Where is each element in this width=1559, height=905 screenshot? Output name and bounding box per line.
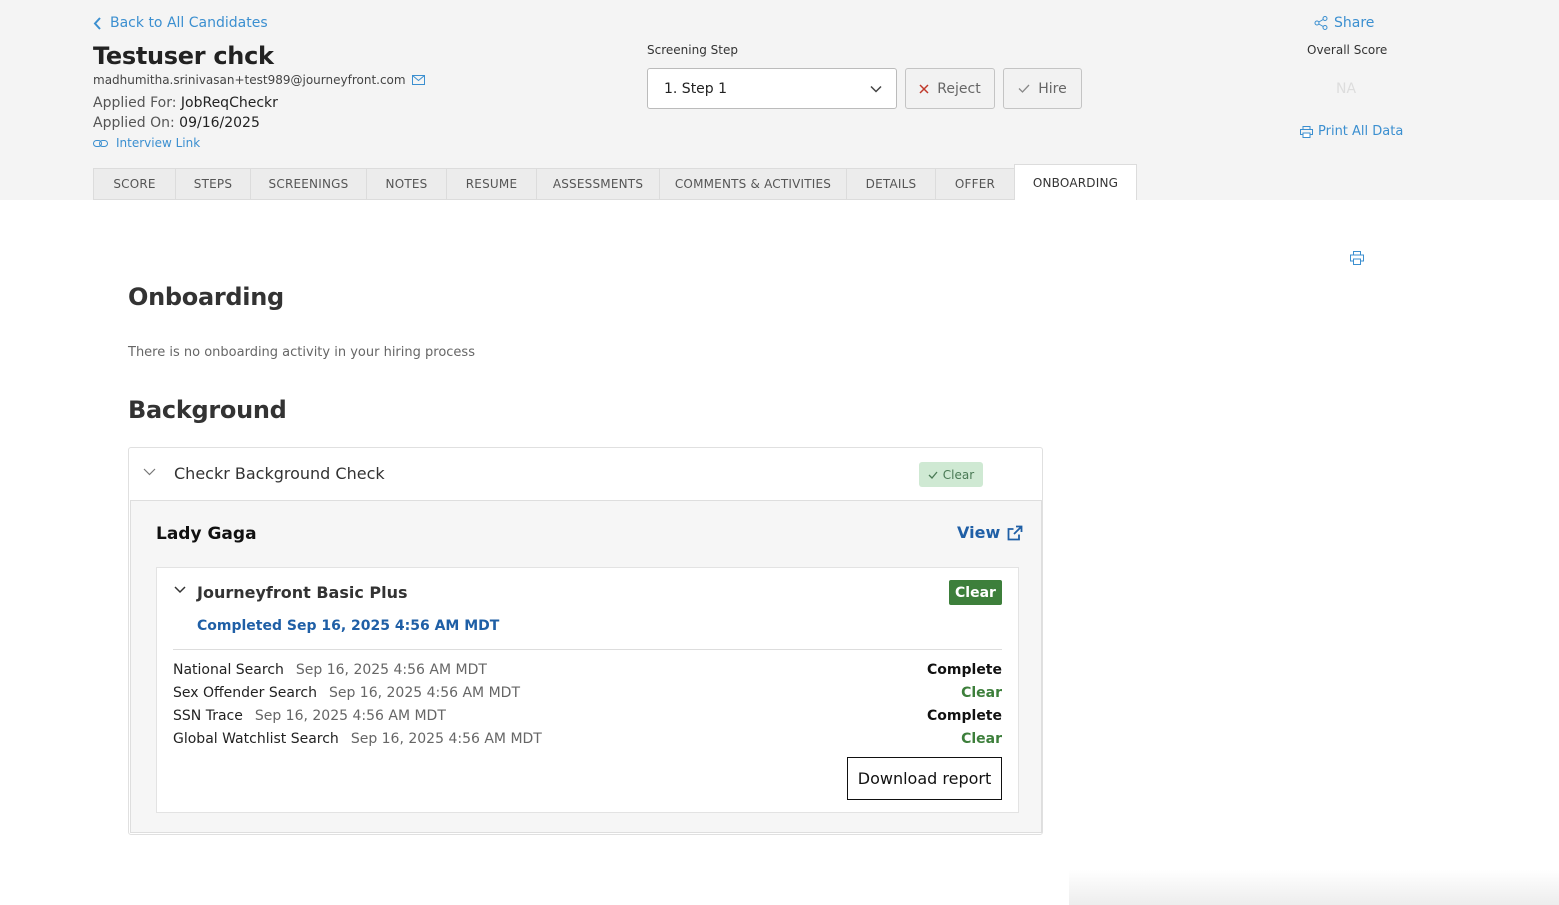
print-all-data-link[interactable]: Print All Data	[1300, 124, 1403, 139]
search-status: Clear	[961, 731, 1002, 747]
tab-label: SCORE	[113, 177, 156, 191]
reject-button[interactable]: Reject	[905, 68, 995, 109]
search-row: National Search Sep 16, 2025 4:56 AM MDT …	[173, 662, 1002, 678]
tab-resume[interactable]: RESUME	[446, 168, 536, 200]
package-section: Journeyfront Basic Plus Clear Completed …	[156, 567, 1019, 813]
reject-label: Reject	[937, 80, 981, 97]
background-check-title: Checkr Background Check	[174, 464, 385, 483]
back-link-label: Back to All Candidates	[110, 15, 268, 31]
search-date: Sep 16, 2025 4:56 AM MDT	[350, 731, 542, 747]
chevron-down-icon[interactable]	[174, 586, 186, 594]
onboarding-heading: Onboarding	[128, 283, 284, 311]
background-check-card: Checkr Background Check Clear Lady Gaga …	[128, 447, 1043, 835]
search-name: Sex Offender Search	[173, 685, 317, 701]
x-icon	[919, 83, 929, 94]
chevron-left-icon	[93, 16, 101, 30]
candidate-email: madhumitha.srinivasan+test989@journeyfro…	[93, 73, 425, 87]
background-check-header[interactable]: Checkr Background Check Clear	[129, 448, 1042, 500]
applied-for: Applied For: JobReqCheckr	[93, 95, 278, 111]
tab-comments-activities[interactable]: COMMENTS & ACTIVITIES	[659, 168, 846, 200]
applied-on-value: 09/16/2025	[179, 115, 260, 131]
chevron-down-icon	[870, 85, 882, 93]
tab-label: SCREENINGS	[268, 177, 349, 191]
search-status: Complete	[927, 708, 1002, 724]
person-name: Lady Gaga	[156, 524, 257, 544]
search-row: Sex Offender Search Sep 16, 2025 4:56 AM …	[173, 685, 1002, 701]
back-to-candidates-link[interactable]: Back to All Candidates	[93, 15, 268, 31]
view-report-link[interactable]: View	[957, 523, 1023, 542]
view-label: View	[957, 523, 1001, 542]
status-badge: Clear	[919, 462, 983, 487]
applied-for-label: Applied For:	[93, 95, 177, 111]
candidate-tabs: SCORE STEPS SCREENINGS NOTES RESUME ASSE…	[93, 164, 1137, 200]
share-label: Share	[1334, 15, 1375, 31]
tab-notes[interactable]: NOTES	[366, 168, 446, 200]
background-report-panel: Lady Gaga View Journeyfront Basic Plus C…	[130, 500, 1042, 833]
email-text: madhumitha.srinivasan+test989@journeyfro…	[93, 73, 406, 87]
search-date: Sep 16, 2025 4:56 AM MDT	[254, 708, 446, 724]
share-icon	[1314, 16, 1328, 30]
overall-score-value: NA	[1336, 81, 1357, 97]
search-row: Global Watchlist Search Sep 16, 2025 4:56…	[173, 731, 1002, 747]
external-link-icon	[1007, 525, 1023, 540]
search-date: Sep 16, 2025 4:56 AM MDT	[295, 662, 487, 678]
interview-link[interactable]: Interview Link	[93, 136, 200, 150]
tab-label: OFFER	[954, 177, 996, 191]
tab-label: DETAILS	[865, 177, 917, 191]
tab-label: NOTES	[385, 177, 428, 191]
applied-on: Applied On: 09/16/2025	[93, 115, 260, 131]
tab-label: ONBOARDING	[1032, 176, 1119, 190]
search-date: Sep 16, 2025 4:56 AM MDT	[328, 685, 520, 701]
tab-score[interactable]: SCORE	[93, 168, 175, 200]
search-name: National Search	[173, 662, 284, 678]
link-icon	[93, 139, 108, 147]
chevron-down-icon[interactable]	[143, 468, 156, 476]
share-button[interactable]: Share	[1314, 15, 1374, 31]
search-name: Global Watchlist Search	[173, 731, 339, 747]
tab-screenings[interactable]: SCREENINGS	[250, 168, 366, 200]
search-name: SSN Trace	[173, 708, 243, 724]
envelope-icon[interactable]	[411, 75, 425, 85]
hire-label: Hire	[1038, 80, 1067, 97]
search-status: Complete	[927, 662, 1002, 678]
background-heading: Background	[128, 396, 287, 424]
tab-label: STEPS	[193, 177, 233, 191]
package-status-badge: Clear	[949, 580, 1002, 605]
status-badge-label: Clear	[942, 467, 975, 482]
tab-offer[interactable]: OFFER	[935, 168, 1014, 200]
tab-assessments[interactable]: ASSESSMENTS	[536, 168, 659, 200]
hire-button[interactable]: Hire	[1003, 68, 1082, 109]
check-icon	[1018, 84, 1030, 93]
tab-details[interactable]: DETAILS	[846, 168, 935, 200]
applied-for-value: JobReqCheckr	[180, 95, 278, 111]
download-report-button[interactable]: Download report	[847, 757, 1002, 800]
screening-step-label: Screening Step	[647, 43, 738, 57]
scroll-shadow	[1069, 870, 1559, 905]
tab-label: ASSESSMENTS	[552, 177, 644, 191]
print-all-label: Print All Data	[1318, 124, 1404, 139]
applied-on-label: Applied On:	[93, 115, 175, 131]
overall-score-label: Overall Score	[1307, 43, 1388, 57]
screening-step-select[interactable]: 1. Step 1	[647, 68, 897, 109]
screening-step-value: 1. Step 1	[664, 80, 728, 97]
divider	[173, 649, 1002, 650]
tab-label: COMMENTS & ACTIVITIES	[674, 177, 832, 191]
onboarding-empty-message: There is no onboarding activity in your …	[128, 345, 475, 360]
tab-label: RESUME	[465, 177, 518, 191]
completed-timestamp: Completed Sep 16, 2025 4:56 AM MDT	[197, 618, 500, 634]
interview-link-label: Interview Link	[116, 136, 201, 150]
search-row: SSN Trace Sep 16, 2025 4:56 AM MDT Comple…	[173, 708, 1002, 724]
tab-steps[interactable]: STEPS	[175, 168, 250, 200]
package-name: Journeyfront Basic Plus	[197, 583, 408, 602]
printer-icon	[1300, 125, 1313, 138]
tab-onboarding[interactable]: ONBOARDING	[1014, 164, 1137, 200]
printer-icon[interactable]	[1350, 251, 1364, 265]
check-icon	[928, 471, 938, 479]
candidate-name: Testuser chck	[93, 42, 274, 70]
search-status: Clear	[961, 685, 1002, 701]
